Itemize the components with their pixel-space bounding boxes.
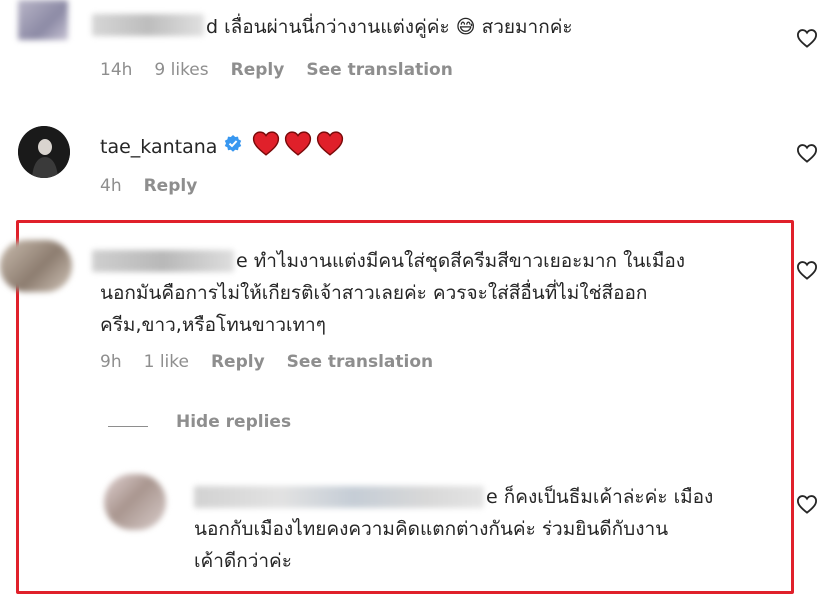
comment-text-line-2: นอกมันคือการไม่ให้เกียรติเจ้าสาวเลยค่ะ ค… (100, 282, 648, 304)
like-count[interactable]: 1 like (144, 352, 189, 372)
hide-replies-button[interactable]: Hide replies (176, 412, 291, 432)
timestamp[interactable]: 14h (100, 60, 132, 80)
red-heart-emoji (283, 130, 313, 165)
timestamp[interactable]: 4h (100, 176, 122, 196)
comment-body-2: สวยมากค่ะ (481, 16, 573, 38)
reply-text-line-1: e ก็คงเป็นธีมเค้าล่ะค่ะ เมือง (486, 482, 713, 512)
username-suffix[interactable]: e (236, 250, 248, 272)
hide-replies-label[interactable]: Hide replies (176, 412, 291, 432)
comment-text-line-3: ครีม,ขาว,หรือโทนขาวเทาๆ (100, 314, 326, 336)
like-count[interactable]: 9 likes (154, 60, 208, 80)
avatar-blurred (18, 0, 68, 40)
timestamp[interactable]: 9h (100, 352, 122, 372)
reply-button[interactable]: Reply (231, 60, 285, 80)
reply-text-line-3: เค้าดีกว่าค่ะ (194, 550, 292, 572)
avatar-blurred (104, 474, 166, 530)
username-blurred (194, 486, 484, 508)
see-translation-button[interactable]: See translation (306, 60, 452, 80)
comment-meta: 4h Reply (100, 176, 197, 196)
username-suffix[interactable]: e (486, 486, 498, 508)
red-heart-emoji (251, 130, 281, 165)
see-translation-button[interactable]: See translation (287, 352, 433, 372)
avatar-blurred (0, 240, 72, 292)
heart-outline-icon[interactable] (796, 143, 818, 163)
reply-body: ก็คงเป็นธีมเค้าล่ะค่ะ เมือง (503, 486, 714, 508)
heart-outline-icon[interactable] (796, 28, 818, 48)
comment-text-line-1: e ทำไมงานแต่งมีคนใส่ชุดสีครีมสีขาวเยอะมา… (236, 246, 685, 276)
red-heart-emoji (315, 130, 345, 165)
comment-body: เลื่อนผ่านนี่กว่างานแต่งคู่ค่ะ (224, 16, 450, 38)
reply-text-line-2: นอกกับเมืองไทยคงความคิดแตกต่างกันค่ะ ร่ว… (194, 518, 669, 540)
avatar[interactable] (18, 126, 70, 178)
verified-badge-icon (223, 133, 243, 163)
reply-button[interactable]: Reply (144, 176, 198, 196)
username-blurred (92, 250, 234, 272)
heart-outline-icon[interactable] (796, 260, 818, 280)
username-suffix[interactable]: d (206, 16, 218, 38)
username[interactable]: tae_kantana (100, 136, 217, 158)
username-blurred (92, 14, 204, 36)
comment-text: tae_kantana (100, 130, 345, 165)
reply-button[interactable]: Reply (211, 352, 265, 372)
comment-meta: 14h 9 likes Reply See translation (100, 60, 453, 80)
heart-outline-icon[interactable] (796, 494, 818, 514)
grin-sweat-emoji: 😅 (455, 16, 476, 38)
comment-meta: 9h 1 like Reply See translation (100, 352, 433, 372)
replies-divider-line (108, 426, 148, 427)
comment-body: ทำไมงานแต่งมีคนใส่ชุดสีครีมสีขาวเยอะมาก … (253, 250, 686, 272)
comment-text: d เลื่อนผ่านนี่กว่างานแต่งคู่ค่ะ 😅 สวยมา… (206, 12, 573, 42)
